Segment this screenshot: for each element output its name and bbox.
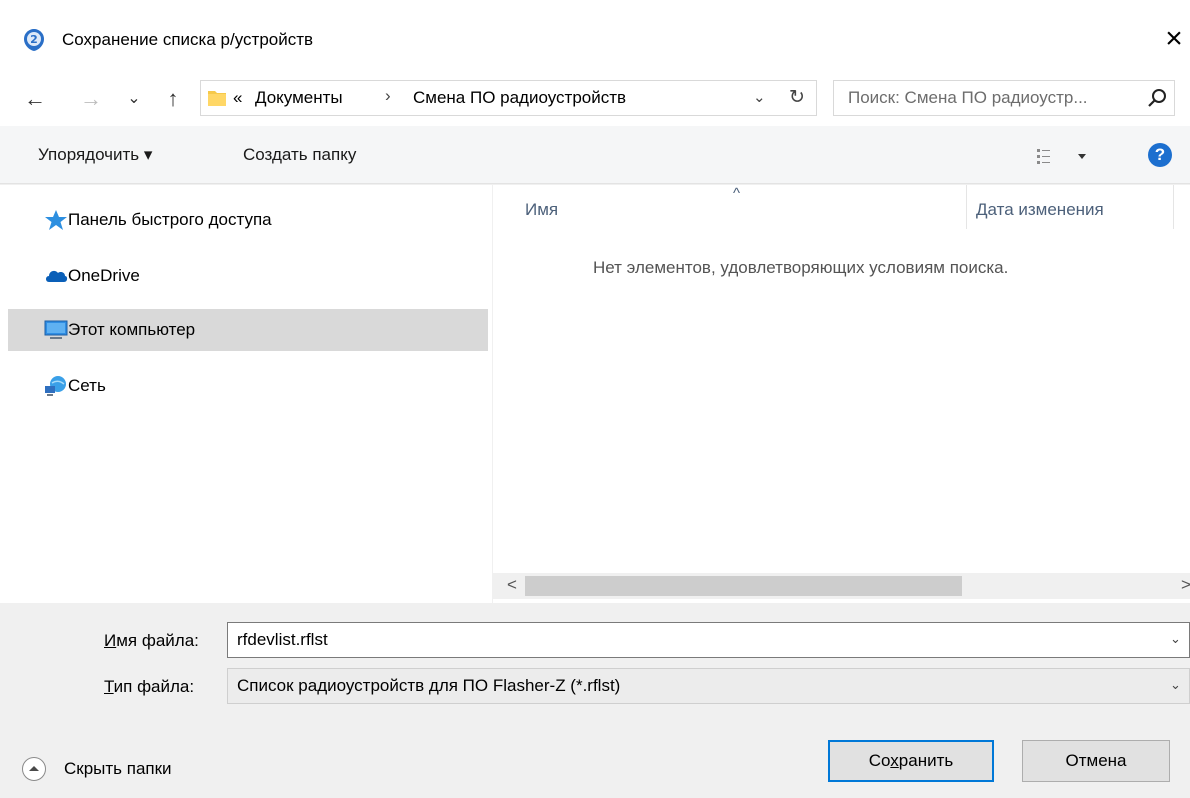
app-icon: 2	[24, 29, 44, 51]
collapse-up-icon	[22, 757, 46, 781]
column-divider[interactable]	[1173, 185, 1174, 229]
empty-results-message: Нет элементов, удовлетворяющих условиям …	[593, 258, 1009, 277]
breadcrumb-documents[interactable]: Документы	[255, 88, 343, 108]
scrollbar-thumb[interactable]	[525, 576, 962, 596]
chevron-down-icon[interactable]: ⌄	[1170, 631, 1181, 647]
file-list-pane: ^ Имя Дата изменения Нет элементов, удов…	[493, 185, 1190, 603]
up-button[interactable]: ↑	[160, 84, 186, 114]
column-header-name[interactable]: Имя	[525, 200, 558, 220]
filename-field[interactable]: rfdevlist.rflst ⌄	[227, 622, 1190, 658]
search-icon[interactable]	[1146, 87, 1168, 109]
cancel-button[interactable]: Отмена	[1022, 740, 1170, 782]
filename-value[interactable]: rfdevlist.rflst	[237, 630, 328, 650]
close-button[interactable]: ×	[1160, 22, 1188, 56]
recent-locations-button[interactable]: ⌄	[126, 84, 142, 114]
address-bar[interactable]: « Документы › Смена ПО радиоустройств ⌄ …	[200, 80, 817, 116]
star-icon	[45, 210, 67, 230]
filetype-select[interactable]: Список радиоустройств для ПО Flasher-Z (…	[227, 668, 1190, 704]
help-icon[interactable]: ?	[1148, 143, 1172, 167]
filetype-value: Список радиоустройств для ПО Flasher-Z (…	[237, 676, 621, 695]
save-button[interactable]: Сохранить	[828, 740, 994, 782]
command-toolbar: Упорядочить ▾ Создать папку ?	[0, 126, 1190, 184]
chevron-down-icon[interactable]: ⌄	[1170, 677, 1181, 693]
search-placeholder: Поиск: Смена ПО радиоустр...	[848, 88, 1088, 107]
folder-icon	[208, 91, 226, 106]
filename-label: Имя файла:	[104, 631, 199, 650]
view-options-icon[interactable]	[1036, 146, 1092, 166]
refresh-icon[interactable]: ↻	[783, 85, 811, 111]
new-folder-button[interactable]: Создать папку	[243, 145, 356, 165]
sidebar-item-label: OneDrive	[68, 266, 140, 285]
filetype-label: Тип файла:	[104, 677, 195, 696]
sidebar-item-onedrive[interactable]: OneDrive	[8, 255, 488, 297]
svg-text:2: 2	[30, 33, 38, 46]
sort-ascending-icon: ^	[733, 185, 741, 202]
breadcrumb-current-folder[interactable]: Смена ПО радиоустройств	[413, 88, 626, 108]
network-icon	[45, 376, 66, 396]
column-header-date-modified[interactable]: Дата изменения	[976, 200, 1104, 220]
forward-button[interactable]: →	[78, 84, 104, 114]
back-button[interactable]: ←	[22, 84, 48, 114]
column-divider[interactable]	[966, 185, 967, 229]
scroll-right-arrow-icon[interactable]: >	[1181, 575, 1190, 595]
sidebar-item-network[interactable]: Сеть	[8, 365, 488, 407]
title-bar: 2 Сохранение списка р/устройств ×	[0, 0, 1190, 78]
search-input[interactable]: Поиск: Смена ПО радиоустр...	[833, 80, 1175, 116]
breadcrumb-overflow[interactable]: «	[233, 88, 242, 108]
sidebar-item-label: Панель быстрого доступа	[68, 210, 272, 229]
scroll-left-arrow-icon[interactable]: <	[507, 575, 517, 595]
organize-menu-button[interactable]: Упорядочить ▾	[38, 145, 152, 165]
cloud-icon	[46, 270, 68, 282]
sidebar-item-this-pc[interactable]: Этот компьютер	[8, 309, 488, 351]
window-title: Сохранение списка р/устройств	[62, 30, 314, 49]
hide-folders-label: Скрыть папки	[64, 759, 172, 778]
address-dropdown-icon[interactable]: ⌄	[753, 88, 766, 106]
sidebar-item-label: Сеть	[68, 376, 106, 395]
computer-icon	[44, 320, 68, 339]
sidebar-item-label: Этот компьютер	[68, 320, 196, 339]
sidebar-item-quick-access[interactable]: Панель быстрого доступа	[8, 199, 488, 241]
navigation-pane: Панель быстрого доступа OneDrive Этот ко…	[0, 185, 492, 603]
breadcrumb-separator[interactable]: ›	[385, 86, 391, 106]
horizontal-scrollbar[interactable]: < >	[493, 573, 1190, 599]
